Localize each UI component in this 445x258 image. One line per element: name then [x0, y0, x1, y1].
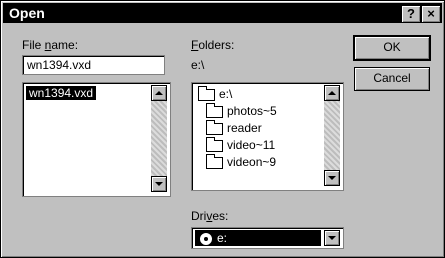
dialog-title: Open [9, 5, 45, 21]
arrow-down-icon [328, 176, 336, 180]
arrow-up-icon [328, 91, 336, 95]
title-bar[interactable]: Open ? × [3, 3, 442, 23]
folder-icon [206, 119, 223, 135]
folder-item[interactable]: video~11 [206, 136, 275, 153]
drives-dropdown-button[interactable] [324, 230, 340, 246]
folder-icon [206, 136, 223, 152]
folder-list[interactable]: e:\ photos~5 reader video~11 videon~9 [191, 82, 344, 191]
folder-icon [206, 102, 223, 118]
folder-item[interactable]: e:\ [198, 85, 232, 102]
arrow-up-icon [155, 91, 163, 95]
drives-selected: e: [195, 230, 321, 246]
help-button[interactable]: ? [401, 5, 421, 23]
cancel-button[interactable]: Cancel [354, 67, 430, 91]
folder-list-scrollbar[interactable] [324, 85, 340, 186]
folder-item[interactable]: photos~5 [206, 102, 277, 119]
file-name-input[interactable]: wn1394.vxd [22, 55, 165, 75]
ok-button[interactable]: OK [353, 35, 431, 61]
arrow-down-icon [155, 182, 163, 186]
file-list[interactable]: wn1394.vxd [22, 82, 171, 197]
open-folder-icon [198, 85, 215, 101]
close-button[interactable]: × [421, 5, 441, 23]
scroll-down-button[interactable] [151, 176, 167, 192]
folder-item[interactable]: videon~9 [206, 153, 276, 170]
drives-label: Drives: [191, 209, 229, 223]
open-dialog: Open ? × File name: wn1394.vxd wn1394.vx… [0, 0, 445, 258]
scroll-down-button[interactable] [324, 170, 340, 186]
drive-icon [199, 231, 213, 246]
folder-icon [206, 153, 223, 169]
scroll-up-button[interactable] [151, 85, 167, 101]
file-list-scrollbar[interactable] [151, 85, 167, 192]
file-list-item[interactable]: wn1394.vxd [26, 86, 97, 100]
folder-item[interactable]: reader [206, 119, 262, 136]
folders-label: Folders: [191, 38, 235, 52]
drives-dropdown[interactable]: e: [191, 227, 344, 249]
chevron-down-icon [328, 236, 336, 240]
file-name-label: File name: [22, 38, 79, 52]
scroll-up-button[interactable] [324, 85, 340, 101]
current-folder-path: e:\ [191, 58, 205, 72]
